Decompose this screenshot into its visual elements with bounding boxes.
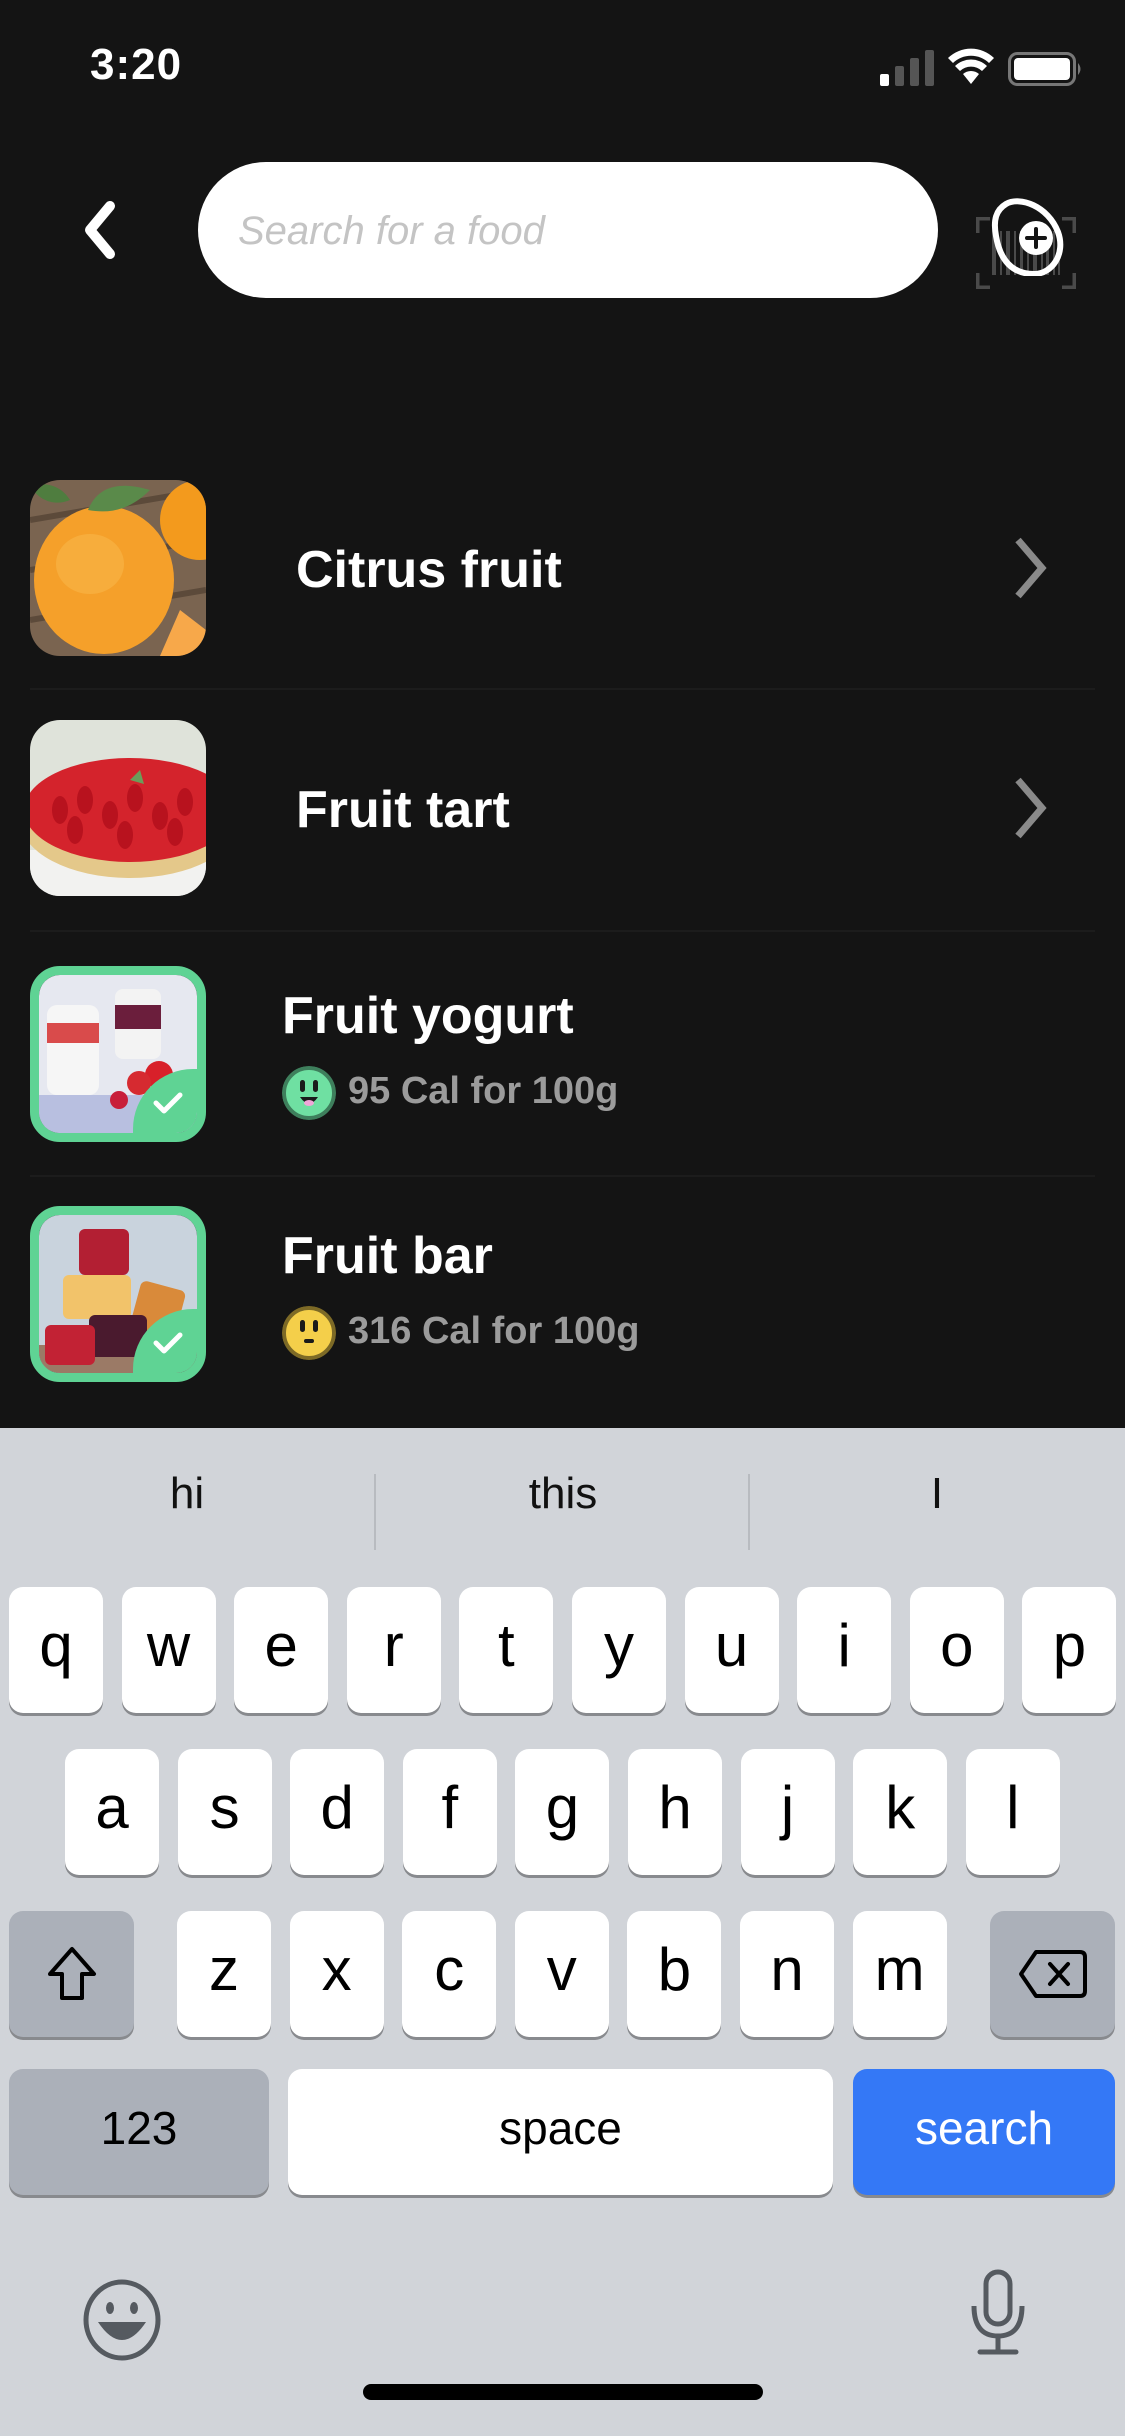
key-v[interactable]: v	[514, 1911, 609, 2037]
food-title: Fruit tart	[296, 781, 510, 839]
key-f[interactable]: f	[402, 1749, 497, 1875]
result-row-fruit-bar[interactable]: Fruit bar 316 Cal for 100g	[0, 1206, 1125, 1446]
key-d[interactable]: d	[290, 1749, 385, 1875]
key-h[interactable]: h	[628, 1749, 722, 1875]
emoji-icon[interactable]	[82, 2278, 162, 2362]
key-i[interactable]: i	[797, 1587, 892, 1713]
key-z[interactable]: z	[177, 1911, 271, 2037]
key-x[interactable]: x	[289, 1911, 384, 2037]
keyboard: hi this I 123 space search qwertyuiop asd…	[0, 1428, 1125, 2436]
suggestion-2[interactable]: this	[376, 1428, 750, 1560]
key-n[interactable]: n	[740, 1911, 834, 2037]
key-t[interactable]: t	[459, 1587, 554, 1713]
checkmark-icon	[153, 1332, 183, 1354]
suggestion-3[interactable]: I	[750, 1428, 1124, 1560]
backspace-icon	[1018, 1950, 1087, 1998]
food-title: Citrus fruit	[296, 541, 562, 599]
status-time: 3:20	[90, 40, 183, 89]
wifi-icon	[948, 48, 994, 84]
key-g[interactable]: g	[515, 1749, 610, 1875]
food-thumbnail-orange	[30, 480, 206, 656]
nutrition-face-neutral-icon	[282, 1306, 336, 1360]
key-y[interactable]: y	[572, 1587, 666, 1713]
key-o[interactable]: o	[909, 1587, 1004, 1713]
key-j[interactable]: j	[740, 1749, 835, 1875]
key-b[interactable]: b	[627, 1911, 722, 2037]
home-indicator[interactable]	[363, 2384, 763, 2400]
shift-icon	[47, 1947, 96, 2000]
calorie-info: 316 Cal for 100g	[348, 1310, 640, 1352]
key-k[interactable]: k	[853, 1749, 948, 1875]
back-chevron-icon[interactable]	[78, 200, 122, 260]
delete-key[interactable]	[990, 1911, 1115, 2037]
food-thumbnail-tart	[30, 720, 206, 896]
search-bar[interactable]	[198, 162, 1076, 300]
nutrition-face-happy-icon	[282, 1066, 336, 1120]
cellular-signal-icon	[880, 50, 934, 86]
row-divider	[30, 688, 1095, 690]
key-w[interactable]: w	[121, 1587, 216, 1713]
row-divider	[30, 930, 1095, 932]
result-row-fruit-yogurt[interactable]: Fruit yogurt 95 Cal for 100g	[0, 966, 1125, 1206]
result-row-fruit-tart[interactable]: Fruit tart	[0, 720, 1125, 960]
key-r[interactable]: r	[346, 1587, 441, 1713]
result-row-citrus-fruit[interactable]: Citrus fruit	[0, 480, 1125, 720]
shift-key[interactable]	[9, 1911, 134, 2037]
suggestion-1[interactable]: hi	[0, 1428, 374, 1560]
space-key[interactable]: space	[288, 2069, 833, 2195]
key-l[interactable]: l	[965, 1749, 1060, 1875]
search-key[interactable]: search	[853, 2069, 1115, 2195]
egg-add-icon[interactable]	[990, 198, 1064, 276]
key-s[interactable]: s	[177, 1749, 272, 1875]
numbers-key[interactable]: 123	[9, 2069, 269, 2195]
chevron-right-icon	[1015, 777, 1047, 839]
battery-icon	[1008, 52, 1081, 86]
key-c[interactable]: c	[402, 1911, 497, 2037]
key-a[interactable]: a	[65, 1749, 159, 1875]
chevron-right-icon	[1015, 537, 1047, 599]
food-title: Fruit yogurt	[282, 987, 574, 1045]
key-p[interactable]: p	[1022, 1587, 1117, 1713]
microphone-icon[interactable]	[968, 2268, 1028, 2358]
food-thumbnail-fruit-bar	[30, 1206, 206, 1382]
key-m[interactable]: m	[852, 1911, 947, 2037]
food-thumbnail-yogurt	[30, 966, 206, 1142]
calorie-info: 95 Cal for 100g	[348, 1070, 619, 1112]
food-title: Fruit bar	[282, 1227, 493, 1285]
key-e[interactable]: e	[234, 1587, 329, 1713]
key-u[interactable]: u	[684, 1587, 779, 1713]
checkmark-icon	[153, 1092, 183, 1114]
key-q[interactable]: q	[9, 1587, 103, 1713]
row-divider	[30, 1175, 1095, 1177]
search-input[interactable]	[236, 162, 740, 300]
